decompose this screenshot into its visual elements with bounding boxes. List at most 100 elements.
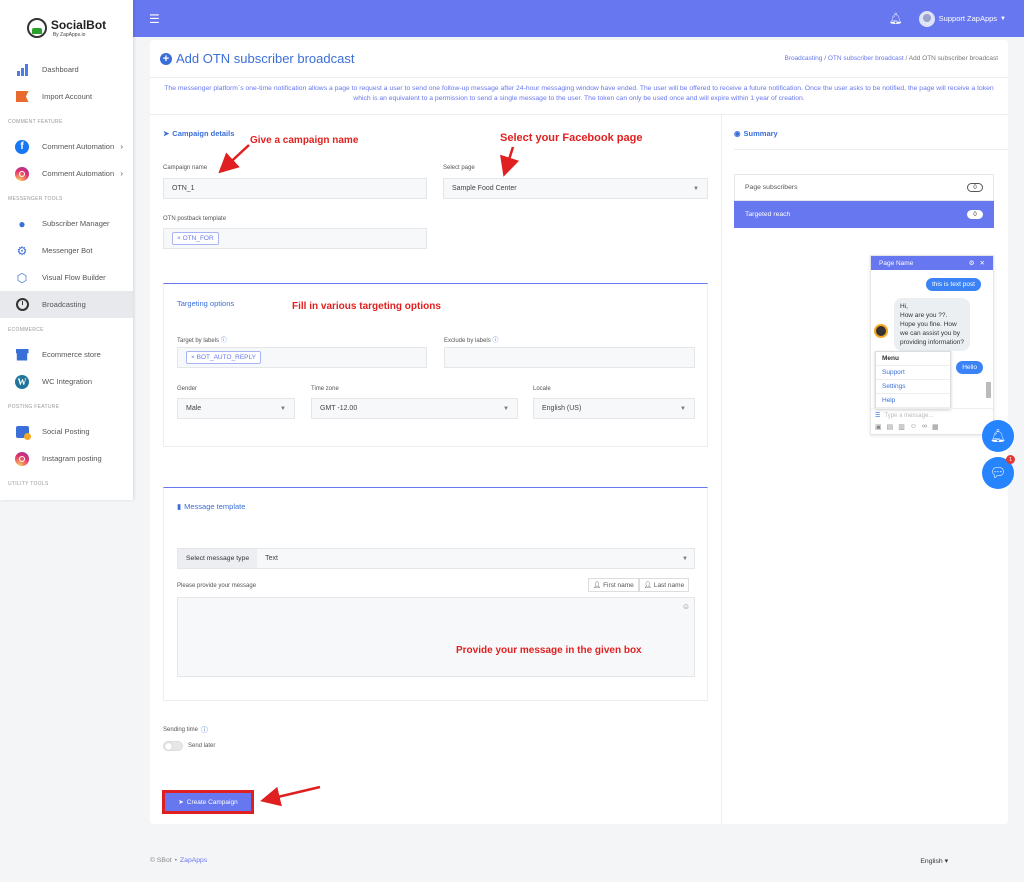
campaign-name-label: Campaign name	[163, 165, 208, 171]
sidebar-item-subscriber-manager[interactable]: ● Subscriber Manager	[0, 210, 133, 237]
sidebar-item-comment-automation-ig[interactable]: Comment Automation ›	[0, 160, 133, 187]
breadcrumb-link-broadcasting[interactable]: Broadcasting	[784, 55, 822, 62]
sending-time-label-wrap: Sending time ⓘ	[163, 725, 208, 735]
sidebar-item-social-posting[interactable]: Social Posting	[0, 418, 133, 445]
sidebar-item-label: Import Account	[42, 92, 93, 101]
clock-icon	[14, 297, 30, 313]
exclude-by-labels-label: Exclude by labels ⓘ	[444, 338, 499, 344]
sidebar-item-comment-automation-fb[interactable]: f Comment Automation ›	[0, 133, 133, 160]
language-select[interactable]: English ▾	[920, 857, 948, 865]
sidebar-item-label: Messenger Bot	[42, 246, 93, 255]
create-campaign-button[interactable]: ➤ Create Campaign	[163, 791, 253, 813]
hamburger-menu-icon[interactable]: ☰	[149, 12, 160, 26]
paper-plane-icon: ➤	[178, 799, 184, 806]
summary-panel: ◉ Summary Page subscribers 0 Targeted re…	[722, 114, 1008, 824]
chat-badge: 1	[1006, 455, 1015, 464]
breadcrumb-link-otn[interactable]: OTN subscriber broadcast	[828, 55, 904, 62]
sidebar-item-ecommerce-store[interactable]: Ecommerce store	[0, 341, 133, 368]
sidebar-item-instagram-posting[interactable]: Instagram posting	[0, 445, 133, 472]
page-header: + Add OTN subscriber broadcast Broadcast…	[150, 40, 1008, 78]
preview-quick-reply[interactable]: Hello	[956, 361, 983, 374]
menu-icon[interactable]: ☰	[875, 412, 880, 419]
sidebar-item-messenger-bot[interactable]: ⚙ Messenger Bot	[0, 237, 133, 264]
sidebar: SocialBot By ZapApps.io Dashboard Import…	[0, 0, 133, 500]
gif-icon[interactable]: ▥	[898, 423, 905, 431]
sticker-icon[interactable]: ▤	[887, 423, 894, 431]
breadcrumb: Broadcasting / OTN subscriber broadcast …	[784, 55, 998, 62]
brand[interactable]: SocialBot By ZapApps.io	[0, 0, 133, 56]
footer: © SBot • ZapApps English ▾	[150, 857, 948, 865]
target-by-labels-label: Target by labels ⓘ	[177, 338, 227, 344]
targeting-title: Targeting options	[177, 299, 235, 308]
preview-header: Page Name ⚙ ✕	[871, 256, 993, 270]
emoji-icon[interactable]: ☺	[910, 423, 917, 431]
image-icon[interactable]: ▣	[875, 423, 882, 431]
calendar-icon[interactable]: ▦	[932, 423, 939, 431]
caret-down-icon: ▼	[693, 185, 699, 192]
otn-template-select[interactable]: × OTN_FOR	[163, 228, 427, 249]
user-menu[interactable]: Support ZapApps	[939, 14, 997, 23]
locale-select[interactable]: English (US) ▼	[533, 398, 695, 419]
sidebar-item-visual-flow-builder[interactable]: ⬡ Visual Flow Builder	[0, 264, 133, 291]
plus-circle-icon: +	[160, 52, 172, 65]
label-tag[interactable]: × BOT_AUTO_REPLY	[186, 351, 261, 364]
sidebar-item-label: Ecommerce store	[42, 350, 101, 359]
select-page-dropdown[interactable]: Sample Food Center ▼	[443, 178, 708, 199]
sidebar-item-broadcasting[interactable]: Broadcasting	[0, 291, 133, 318]
sidebar-item-import-account[interactable]: Import Account	[0, 83, 133, 110]
info-icon: ⓘ	[220, 338, 227, 344]
send-later-toggle[interactable]	[163, 741, 183, 751]
caret-down-icon[interactable]: ▼	[1000, 16, 1006, 22]
preview-scrollbar[interactable]	[986, 382, 991, 398]
summary-row-page-subscribers: Page subscribers 0	[734, 174, 994, 201]
link-icon[interactable]: ∞	[922, 423, 927, 431]
exclude-by-labels-input[interactable]	[444, 347, 695, 368]
preview-outgoing-message: this is text post	[926, 278, 981, 291]
messenger-preview: Page Name ⚙ ✕ this is text post Hi, How …	[870, 255, 994, 435]
gear-icon[interactable]: ⚙	[969, 259, 975, 267]
insert-last-name-button[interactable]: 👤︎ Last name	[638, 578, 690, 592]
send-later-label: Send later	[188, 743, 216, 749]
campaign-name-input[interactable]: OTN_1	[163, 178, 427, 199]
menu-item-help[interactable]: Help	[876, 394, 950, 408]
sidebar-item-wc-integration[interactable]: W WC Integration	[0, 368, 133, 395]
facebook-icon: f	[14, 139, 30, 155]
bell-icon[interactable]: 🔔︎	[889, 12, 903, 25]
flow-icon: ⬡	[16, 270, 28, 285]
locale-label: Locale	[533, 386, 551, 392]
menu-item-settings[interactable]: Settings	[876, 380, 950, 394]
footer-brand-link[interactable]: ZapApps	[180, 857, 207, 865]
nav-header-ecommerce: ECOMMERCE	[8, 326, 44, 333]
insert-first-name-button[interactable]: 👤︎ First name	[588, 578, 639, 592]
emoji-icon[interactable]: ☺	[682, 602, 690, 611]
annotation-campaign-name: Give a campaign name	[250, 135, 359, 146]
message-textarea[interactable]: ☺	[177, 597, 695, 677]
sidebar-item-label: Subscriber Manager	[42, 219, 110, 228]
summary-row-targeted-reach: Targeted reach 0	[734, 201, 994, 228]
chat-fab[interactable]: 💬︎ 1	[982, 455, 1015, 489]
timezone-select[interactable]: GMT -12.00 ▼	[311, 398, 518, 419]
wordpress-icon: W	[14, 374, 30, 390]
sending-time-label: Sending time	[163, 727, 199, 733]
otn-template-tag[interactable]: × OTN_FOR	[172, 232, 219, 245]
menu-item-support[interactable]: Support	[876, 366, 950, 380]
footer-copyright: © SBot	[150, 857, 172, 864]
users-icon: ●	[18, 216, 26, 231]
preview-message-input[interactable]: ☰ Type a message...	[871, 408, 993, 422]
avatar[interactable]	[918, 10, 935, 27]
preview-menu-popup: Menu Support Settings Help	[875, 351, 951, 409]
nav-header-comment: COMMENT FEATURE	[8, 118, 63, 125]
chevron-right-icon: ›	[120, 169, 123, 178]
sidebar-item-dashboard[interactable]: Dashboard	[0, 56, 133, 83]
message-type-select[interactable]: Select message type Text ▼	[177, 548, 695, 569]
otn-template-label: OTN postback template	[163, 216, 227, 222]
page-description: The messenger platform`s one-time notifi…	[164, 85, 994, 102]
notification-fab[interactable]: 🔔︎	[982, 420, 1014, 452]
message-type-label: Select message type	[178, 549, 258, 568]
sidebar-item-label: Broadcasting	[42, 300, 86, 309]
target-by-labels-input[interactable]: × BOT_AUTO_REPLY	[177, 347, 427, 368]
close-icon[interactable]: ✕	[980, 259, 985, 267]
gender-select[interactable]: Male ▼	[177, 398, 295, 419]
caret-down-icon: ▼	[680, 405, 686, 412]
timezone-label: Time zone	[311, 386, 339, 392]
